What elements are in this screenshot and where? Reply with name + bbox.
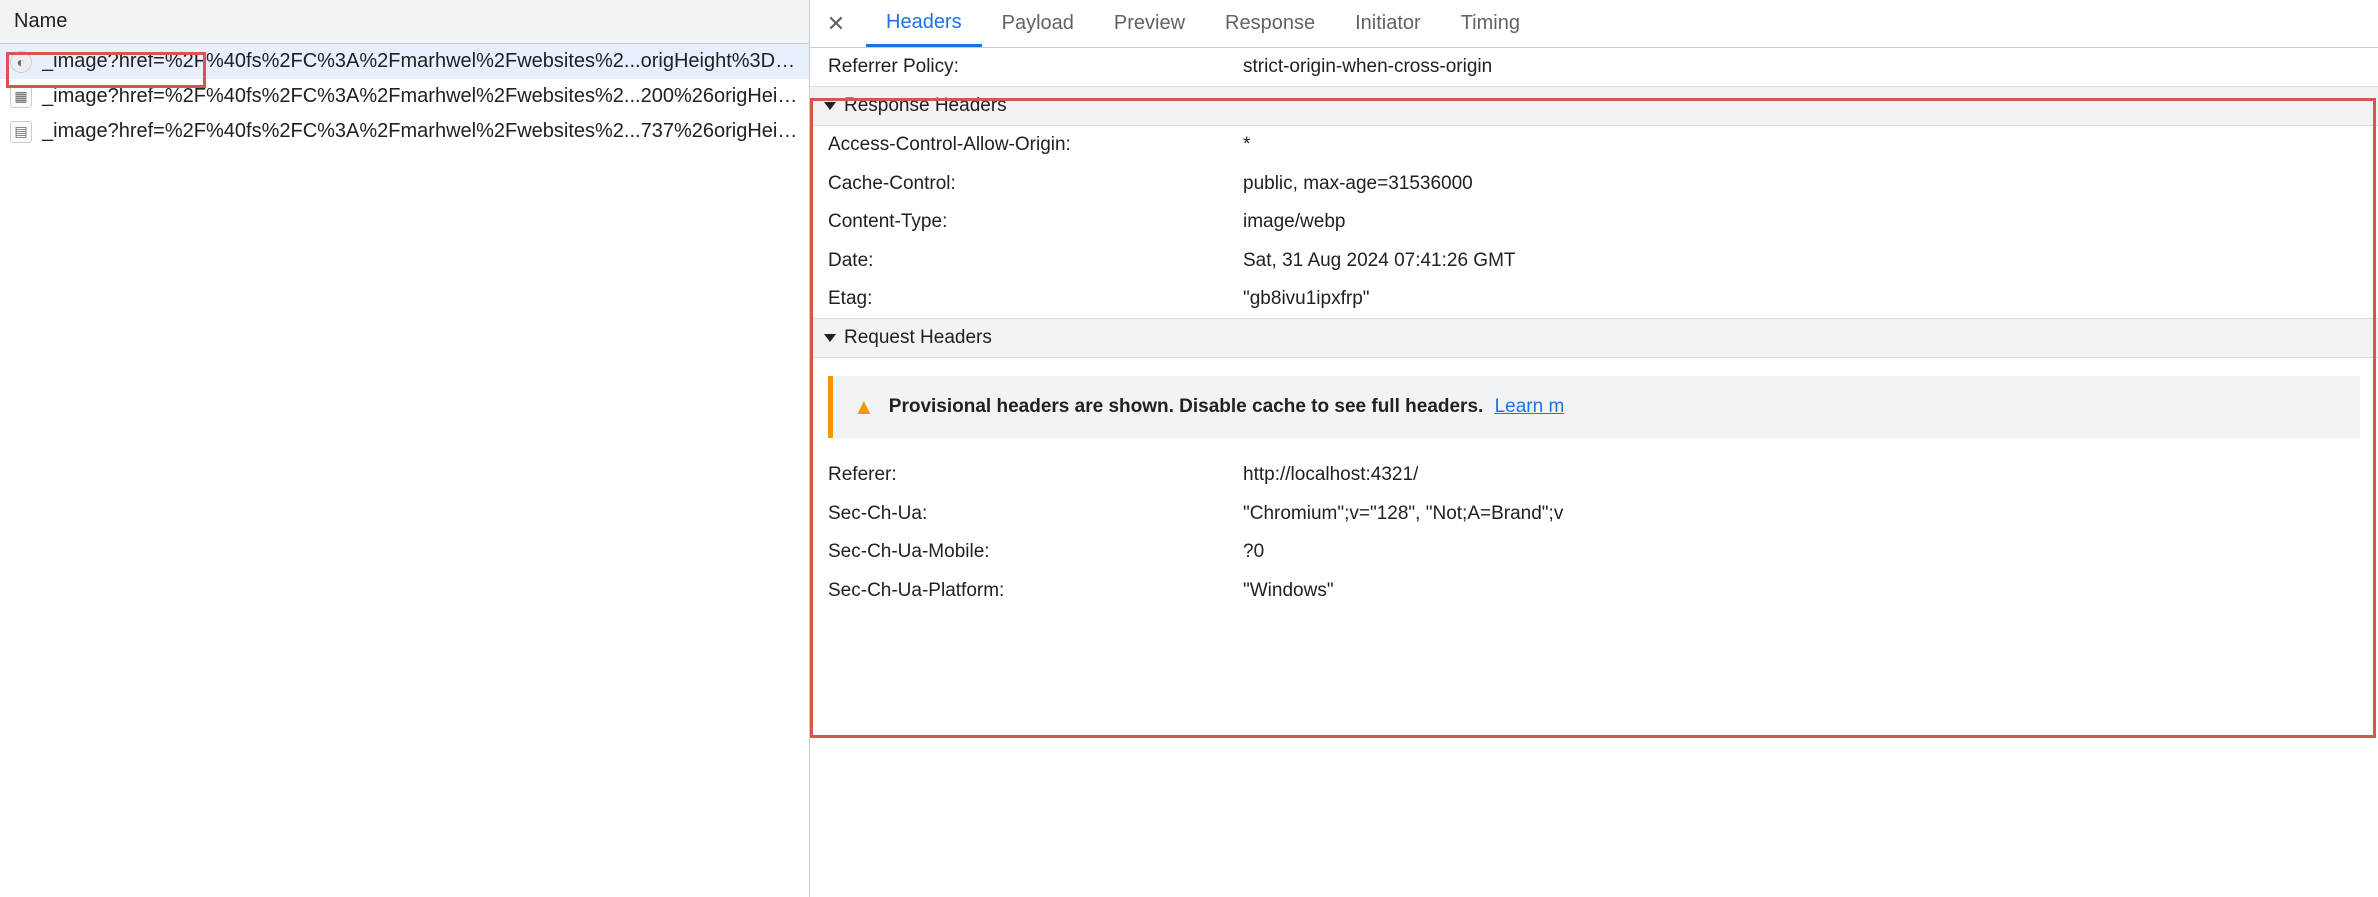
provisional-headers-warning: ▲ Provisional headers are shown. Disable… bbox=[828, 376, 2360, 438]
name-column-header[interactable]: Name bbox=[0, 0, 809, 44]
caret-down-icon bbox=[824, 102, 836, 110]
header-value: public, max-age=31536000 bbox=[1243, 169, 1473, 199]
image-file-icon: ▦ bbox=[10, 86, 32, 108]
request-list: ◐ _image?href=%2F%40fs%2FC%3A%2Fmarhwel%… bbox=[0, 44, 809, 897]
header-value: strict-origin-when-cross-origin bbox=[1243, 52, 1492, 82]
header-key: Content-Type: bbox=[828, 207, 1243, 237]
tab-response[interactable]: Response bbox=[1205, 0, 1335, 47]
header-row: Date: Sat, 31 Aug 2024 07:41:26 GMT bbox=[810, 242, 2378, 280]
section-title: Request Headers bbox=[844, 327, 992, 349]
header-row: Sec-Ch-Ua: "Chromium";v="128", "Not;A=Br… bbox=[810, 495, 2378, 533]
header-key: Referrer Policy: bbox=[828, 52, 1243, 82]
header-row: Access-Control-Allow-Origin: * bbox=[810, 126, 2378, 164]
section-title: Response Headers bbox=[844, 95, 1007, 117]
header-value: * bbox=[1243, 130, 1250, 160]
response-headers-section[interactable]: Response Headers bbox=[810, 86, 2378, 126]
header-row: Referrer Policy: strict-origin-when-cros… bbox=[810, 48, 2378, 86]
tab-initiator[interactable]: Initiator bbox=[1335, 0, 1441, 47]
header-key: Sec-Ch-Ua-Platform: bbox=[828, 576, 1243, 606]
header-row: Etag: "gb8ivu1ipxfrp" bbox=[810, 280, 2378, 318]
image-file-icon: ◐ bbox=[10, 51, 32, 73]
header-value: http://localhost:4321/ bbox=[1243, 460, 1418, 490]
header-value: "Windows" bbox=[1243, 576, 1334, 606]
header-row: Sec-Ch-Ua-Platform: "Windows" bbox=[810, 572, 2378, 610]
header-key: Access-Control-Allow-Origin: bbox=[828, 130, 1243, 160]
tab-preview[interactable]: Preview bbox=[1094, 0, 1205, 47]
request-row[interactable]: ◐ _image?href=%2F%40fs%2FC%3A%2Fmarhwel%… bbox=[0, 44, 809, 79]
header-row: Sec-Ch-Ua-Mobile: ?0 bbox=[810, 533, 2378, 571]
request-name: _image?href=%2F%40fs%2FC%3A%2Fmarhwel%2F… bbox=[42, 120, 799, 143]
header-key: Date: bbox=[828, 246, 1243, 276]
caret-down-icon bbox=[824, 334, 836, 342]
warning-text: Provisional headers are shown. Disable c… bbox=[889, 396, 1484, 417]
tab-bar: ✕ Headers Payload Preview Response Initi… bbox=[810, 0, 2378, 48]
header-value: ?0 bbox=[1243, 537, 1264, 567]
tab-timing[interactable]: Timing bbox=[1441, 0, 1540, 47]
request-row[interactable]: ▤ _image?href=%2F%40fs%2FC%3A%2Fmarhwel%… bbox=[0, 114, 809, 149]
header-row: Cache-Control: public, max-age=31536000 bbox=[810, 165, 2378, 203]
image-file-icon: ▤ bbox=[10, 121, 32, 143]
header-key: Sec-Ch-Ua-Mobile: bbox=[828, 537, 1243, 567]
header-row: Content-Type: image/webp bbox=[810, 203, 2378, 241]
request-name: _image?href=%2F%40fs%2FC%3A%2Fmarhwel%2F… bbox=[42, 50, 799, 73]
warning-icon: ▲ bbox=[853, 394, 875, 420]
headers-detail-body: Referrer Policy: strict-origin-when-cros… bbox=[810, 48, 2378, 897]
header-value: "gb8ivu1ipxfrp" bbox=[1243, 284, 1370, 314]
header-value: image/webp bbox=[1243, 207, 1345, 237]
tab-headers[interactable]: Headers bbox=[866, 0, 982, 47]
header-key: Etag: bbox=[828, 284, 1243, 314]
header-key: Referer: bbox=[828, 460, 1243, 490]
request-name: _image?href=%2F%40fs%2FC%3A%2Fmarhwel%2F… bbox=[42, 85, 799, 108]
header-key: Sec-Ch-Ua: bbox=[828, 499, 1243, 529]
request-list-panel: Name ◐ _image?href=%2F%40fs%2FC%3A%2Fmar… bbox=[0, 0, 810, 897]
learn-more-link[interactable]: Learn m bbox=[1495, 396, 1565, 417]
detail-panel: ✕ Headers Payload Preview Response Initi… bbox=[810, 0, 2378, 897]
header-value: "Chromium";v="128", "Not;A=Brand";v bbox=[1243, 499, 1563, 529]
close-icon[interactable]: ✕ bbox=[818, 6, 854, 42]
request-headers-section[interactable]: Request Headers bbox=[810, 318, 2378, 358]
request-row[interactable]: ▦ _image?href=%2F%40fs%2FC%3A%2Fmarhwel%… bbox=[0, 79, 809, 114]
tab-payload[interactable]: Payload bbox=[982, 0, 1094, 47]
header-key: Cache-Control: bbox=[828, 169, 1243, 199]
header-row: Referer: http://localhost:4321/ bbox=[810, 456, 2378, 494]
header-value: Sat, 31 Aug 2024 07:41:26 GMT bbox=[1243, 246, 1516, 276]
